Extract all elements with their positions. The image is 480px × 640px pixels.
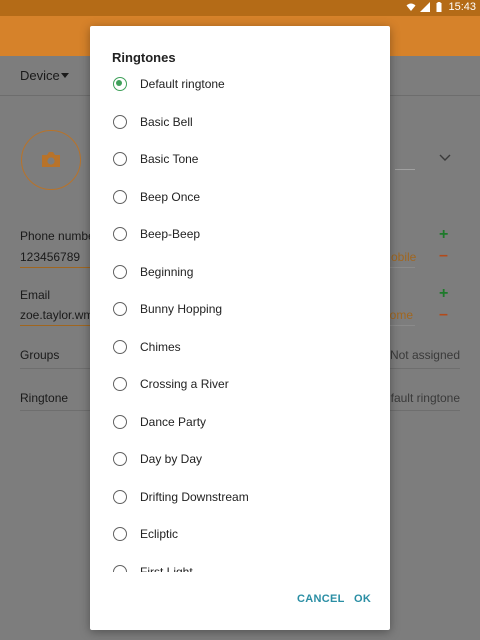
ringtone-option[interactable]: Dance Party bbox=[90, 403, 390, 440]
ringtone-option-label: Drifting Downstream bbox=[140, 489, 249, 504]
radio-unselected-icon[interactable] bbox=[113, 227, 127, 241]
remove-phone-icon[interactable]: – bbox=[439, 247, 448, 265]
ringtone-option[interactable]: Default ringtone bbox=[90, 65, 390, 102]
ringtone-option[interactable]: Drifting Downstream bbox=[90, 478, 390, 515]
radio-unselected-icon[interactable] bbox=[113, 189, 127, 204]
ringtone-option[interactable]: Beep Once bbox=[90, 178, 390, 215]
ok-button[interactable]: OK bbox=[354, 593, 371, 605]
phone-type-underline bbox=[390, 267, 415, 268]
ringtone-option-label: Ecliptic bbox=[140, 527, 179, 541]
wifi-icon bbox=[406, 3, 416, 11]
signal-icon bbox=[420, 2, 431, 12]
ringtones-dialog: Ringtones Default ringtone Basic Bell Basi… bbox=[90, 26, 390, 630]
ringtone-option-label: Day by Day bbox=[140, 452, 203, 466]
chevron-down-icon[interactable] bbox=[439, 154, 451, 162]
cancel-button[interactable]: CANCEL bbox=[297, 593, 345, 605]
ringtone-option[interactable]: Crossing a River bbox=[90, 365, 390, 402]
dialog-actions: CANCEL OK bbox=[90, 570, 390, 630]
name-field-underline bbox=[395, 169, 415, 170]
ringtone-option-label: Default ringtone bbox=[140, 77, 225, 91]
phone-field[interactable]: 123456789 bbox=[20, 250, 80, 264]
ringtone-option[interactable]: Bunny Hopping bbox=[90, 290, 390, 327]
add-email-icon[interactable]: + bbox=[439, 285, 448, 303]
ringtone-option-label: Bunny Hopping bbox=[140, 302, 223, 316]
ringtone-option-label: Basic Tone bbox=[140, 152, 199, 166]
email-field[interactable]: zoe.taylor.wm bbox=[20, 308, 93, 322]
dialog-title: Ringtones bbox=[112, 50, 176, 65]
phone-label: Phone number bbox=[20, 229, 99, 243]
status-icons: 15:43 bbox=[406, 1, 476, 13]
ringtone-option-label: Crossing a River bbox=[140, 377, 229, 391]
radio-unselected-icon[interactable] bbox=[113, 527, 127, 541]
ringtone-option-label: Chimes bbox=[140, 339, 181, 354]
radio-unselected-icon[interactable] bbox=[113, 264, 127, 279]
ringtone-option[interactable]: Basic Tone bbox=[90, 140, 390, 177]
add-phone-icon[interactable]: + bbox=[439, 226, 448, 244]
storage-label: Device bbox=[20, 68, 60, 83]
radio-unselected-icon[interactable] bbox=[113, 377, 127, 391]
radio-unselected-icon[interactable] bbox=[113, 452, 127, 466]
dropdown-arrow-icon bbox=[61, 73, 69, 78]
ringtone-option[interactable]: Basic Bell bbox=[90, 103, 390, 140]
ringtone-label: Ringtone bbox=[20, 391, 69, 405]
radio-unselected-icon[interactable] bbox=[113, 114, 127, 129]
radio-unselected-icon[interactable] bbox=[113, 339, 127, 354]
radio-unselected-icon[interactable] bbox=[113, 302, 127, 316]
ringtone-option-label: Beep-Beep bbox=[140, 227, 201, 241]
camera-icon bbox=[42, 152, 60, 167]
ringtone-option[interactable]: Chimes bbox=[90, 328, 390, 365]
email-label: Email bbox=[20, 288, 51, 302]
groups-label: Groups bbox=[20, 348, 60, 362]
ringtone-option[interactable]: Day by Day bbox=[90, 440, 390, 477]
email-type-underline bbox=[390, 325, 415, 326]
ringtone-option[interactable]: Beginning bbox=[90, 253, 390, 290]
groups-value[interactable]: Not assigned bbox=[390, 348, 460, 362]
remove-email-icon[interactable]: – bbox=[439, 306, 448, 324]
ringtone-list[interactable]: Default ringtone Basic Bell Basic Tone Beep… bbox=[90, 65, 390, 572]
ringtone-option-label: Beginning bbox=[140, 264, 194, 279]
radio-selected-icon[interactable] bbox=[113, 77, 127, 91]
battery-icon bbox=[436, 2, 442, 12]
radio-unselected-icon[interactable] bbox=[113, 489, 127, 504]
phone-underline bbox=[20, 267, 90, 268]
radio-unselected-icon[interactable] bbox=[113, 152, 127, 166]
ringtone-option[interactable]: Ecliptic bbox=[90, 515, 390, 552]
ringtone-option-label: Basic Bell bbox=[140, 114, 193, 129]
radio-unselected-icon[interactable] bbox=[113, 414, 127, 429]
email-underline bbox=[20, 325, 90, 326]
ringtone-option-label: Beep Once bbox=[140, 189, 201, 204]
ringtone-option[interactable]: Beep-Beep bbox=[90, 215, 390, 252]
ringtone-option-label: Dance Party bbox=[140, 414, 207, 429]
status-bar: 15:43 bbox=[0, 0, 480, 16]
status-time: 15:43 bbox=[448, 1, 476, 13]
